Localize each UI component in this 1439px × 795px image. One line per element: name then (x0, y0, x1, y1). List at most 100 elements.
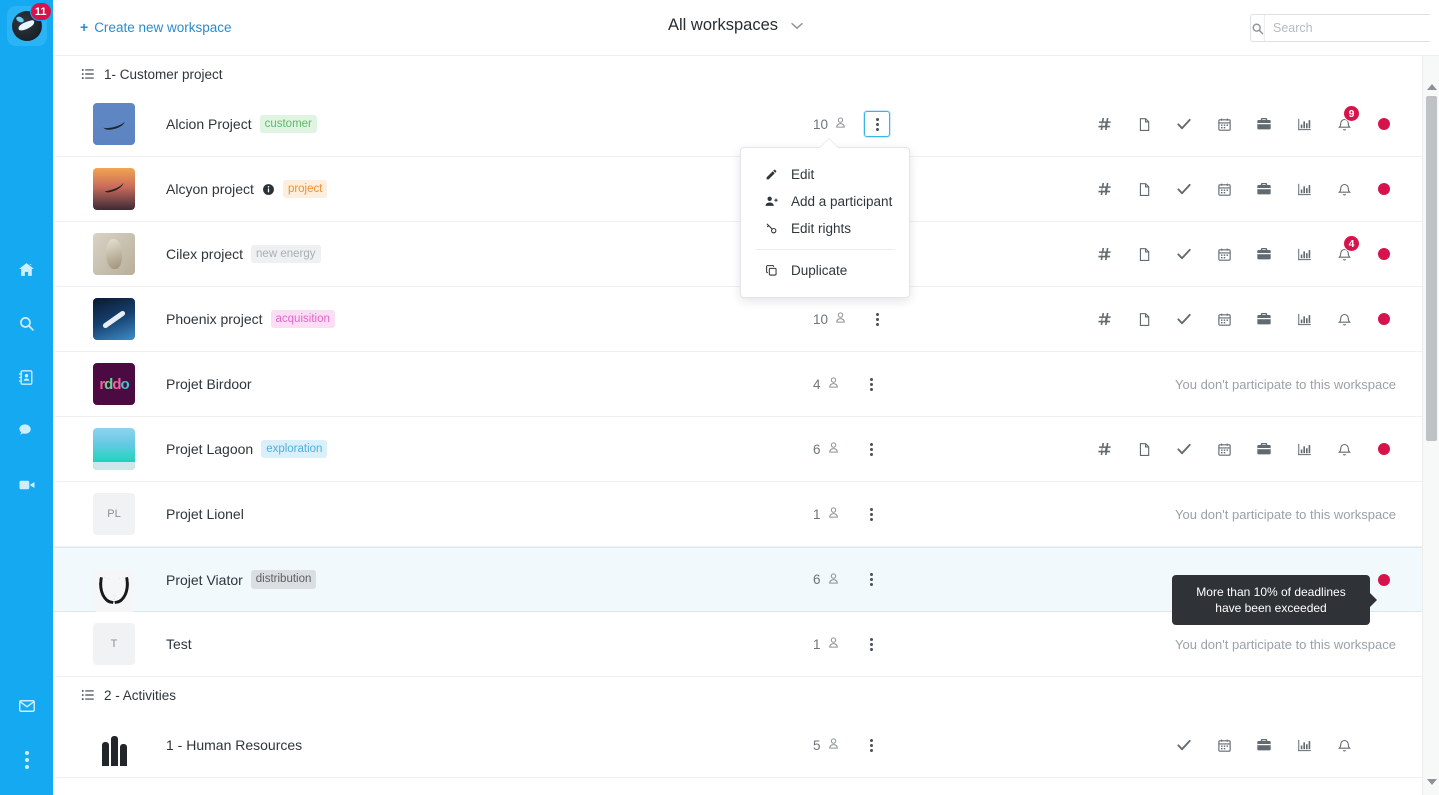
search-input[interactable] (1265, 15, 1434, 41)
check-icon[interactable] (1164, 429, 1204, 469)
calendar-icon[interactable] (1204, 429, 1244, 469)
workspace-title[interactable]: 1 - Human Resources (166, 737, 302, 753)
workspace-initials: T (111, 638, 118, 650)
search-box[interactable] (1250, 14, 1432, 42)
search-icon[interactable] (0, 296, 53, 350)
table-row[interactable]: Alcion Project customer 10 (53, 92, 1422, 157)
workspace-title[interactable]: Projet Lagoon exploration (166, 440, 327, 458)
briefcase-icon[interactable] (1244, 429, 1284, 469)
row-options-button[interactable] (858, 732, 884, 758)
scrollbar-thumb[interactable] (1426, 96, 1437, 441)
address-book-icon[interactable] (0, 350, 53, 404)
file-icon[interactable] (1124, 104, 1164, 144)
workspace-name: Projet Lionel (166, 506, 244, 522)
chart-bar-icon[interactable] (1284, 725, 1324, 765)
table-row[interactable]: Alcyon project project (53, 157, 1422, 222)
info-icon[interactable] (262, 183, 275, 196)
check-icon[interactable] (1164, 299, 1204, 339)
check-icon[interactable] (1164, 169, 1204, 209)
chat-icon[interactable] (0, 404, 53, 458)
vertical-dots-icon (870, 443, 873, 456)
briefcase-icon[interactable] (1244, 104, 1284, 144)
workspace-title[interactable]: Test (166, 636, 192, 652)
bell-icon[interactable]: 4 (1324, 234, 1364, 274)
menu-item-add-participant[interactable]: Add a participant (741, 188, 909, 215)
hashtag-icon[interactable] (1084, 169, 1124, 209)
pencil-icon (763, 168, 779, 181)
calendar-icon[interactable] (1204, 234, 1244, 274)
status-dot-icon (1364, 169, 1404, 209)
table-row[interactable]: rddo Projet Birdoor 4 You don't particip… (53, 352, 1422, 417)
calendar-icon[interactable] (1204, 299, 1244, 339)
scroll-up-arrow[interactable] (1427, 84, 1437, 90)
bell-icon[interactable] (1324, 299, 1364, 339)
row-options-button[interactable] (858, 631, 884, 657)
row-options-button[interactable] (858, 371, 884, 397)
workspace-title[interactable]: Projet Viator distribution (166, 570, 316, 588)
file-icon[interactable] (1124, 234, 1164, 274)
menu-item-duplicate[interactable]: Duplicate (741, 257, 909, 284)
row-actions (1084, 429, 1404, 469)
hashtag-icon[interactable] (1084, 429, 1124, 469)
menu-item-edit[interactable]: Edit (741, 161, 909, 188)
menu-item-edit-rights[interactable]: Edit rights (741, 215, 909, 242)
row-options-button[interactable] (858, 436, 884, 462)
workspace-title[interactable]: Phoenix project acquisition (166, 310, 335, 328)
chart-bar-icon[interactable] (1284, 169, 1324, 209)
file-icon[interactable] (1124, 429, 1164, 469)
briefcase-icon[interactable] (1244, 234, 1284, 274)
vertical-scrollbar[interactable] (1422, 56, 1439, 795)
chart-bar-icon[interactable] (1284, 299, 1324, 339)
check-icon[interactable] (1164, 104, 1204, 144)
workspace-title[interactable]: Alcion Project customer (166, 115, 317, 133)
scroll-down-arrow[interactable] (1427, 779, 1437, 785)
app-logo-wrapper[interactable]: 11 (7, 6, 47, 46)
chart-bar-icon[interactable] (1284, 234, 1324, 274)
table-row[interactable]: Projet Lagoon exploration 6 (53, 417, 1422, 482)
workspace-tag: customer (260, 115, 317, 133)
table-row[interactable]: Cilex project new energy 4 (53, 222, 1422, 287)
video-camera-icon[interactable] (0, 458, 53, 512)
create-new-workspace-button[interactable]: + Create new workspace (80, 19, 232, 35)
briefcase-icon[interactable] (1244, 725, 1284, 765)
chart-bar-icon[interactable] (1284, 429, 1324, 469)
more-options-icon[interactable] (0, 733, 53, 787)
bell-icon[interactable] (1324, 725, 1364, 765)
hashtag-icon[interactable] (1084, 234, 1124, 274)
participant-count: 10 (813, 311, 847, 327)
briefcase-icon[interactable] (1244, 299, 1284, 339)
briefcase-icon[interactable] (1244, 169, 1284, 209)
hashtag-icon[interactable] (1084, 104, 1124, 144)
calendar-icon[interactable] (1204, 725, 1244, 765)
mail-icon[interactable] (0, 679, 53, 733)
vertical-dots-icon (870, 739, 873, 752)
workspace-title[interactable]: Alcyon project project (166, 180, 327, 198)
check-icon[interactable] (1164, 234, 1204, 274)
workspace-title[interactable]: Projet Lionel (166, 506, 244, 522)
participant-count-value: 10 (813, 312, 828, 327)
list-icon (81, 67, 95, 81)
file-icon[interactable] (1124, 169, 1164, 209)
check-icon[interactable] (1164, 725, 1204, 765)
home-icon[interactable] (0, 242, 53, 296)
row-options-button[interactable] (864, 111, 890, 137)
bell-icon[interactable] (1324, 169, 1364, 209)
row-options-button[interactable] (864, 306, 890, 332)
row-options-button[interactable] (858, 567, 884, 593)
workspace-title[interactable]: Projet Birdoor (166, 376, 252, 392)
workspace-selector[interactable]: All workspaces (668, 16, 803, 35)
calendar-icon[interactable] (1204, 169, 1244, 209)
chart-bar-icon[interactable] (1284, 104, 1324, 144)
hashtag-icon[interactable] (1084, 299, 1124, 339)
row-options-button[interactable] (858, 501, 884, 527)
table-row[interactable]: 1 - Human Resources 5 (53, 713, 1422, 778)
participant-count-value: 5 (813, 738, 821, 753)
bell-icon[interactable] (1324, 429, 1364, 469)
status-dot-icon (1364, 104, 1404, 144)
table-row[interactable]: Phoenix project acquisition 10 (53, 287, 1422, 352)
file-icon[interactable] (1124, 299, 1164, 339)
calendar-icon[interactable] (1204, 104, 1244, 144)
table-row[interactable]: PL Projet Lionel 1 You don't participate… (53, 482, 1422, 547)
workspace-title[interactable]: Cilex project new energy (166, 245, 321, 263)
bell-icon[interactable]: 9 (1324, 104, 1364, 144)
